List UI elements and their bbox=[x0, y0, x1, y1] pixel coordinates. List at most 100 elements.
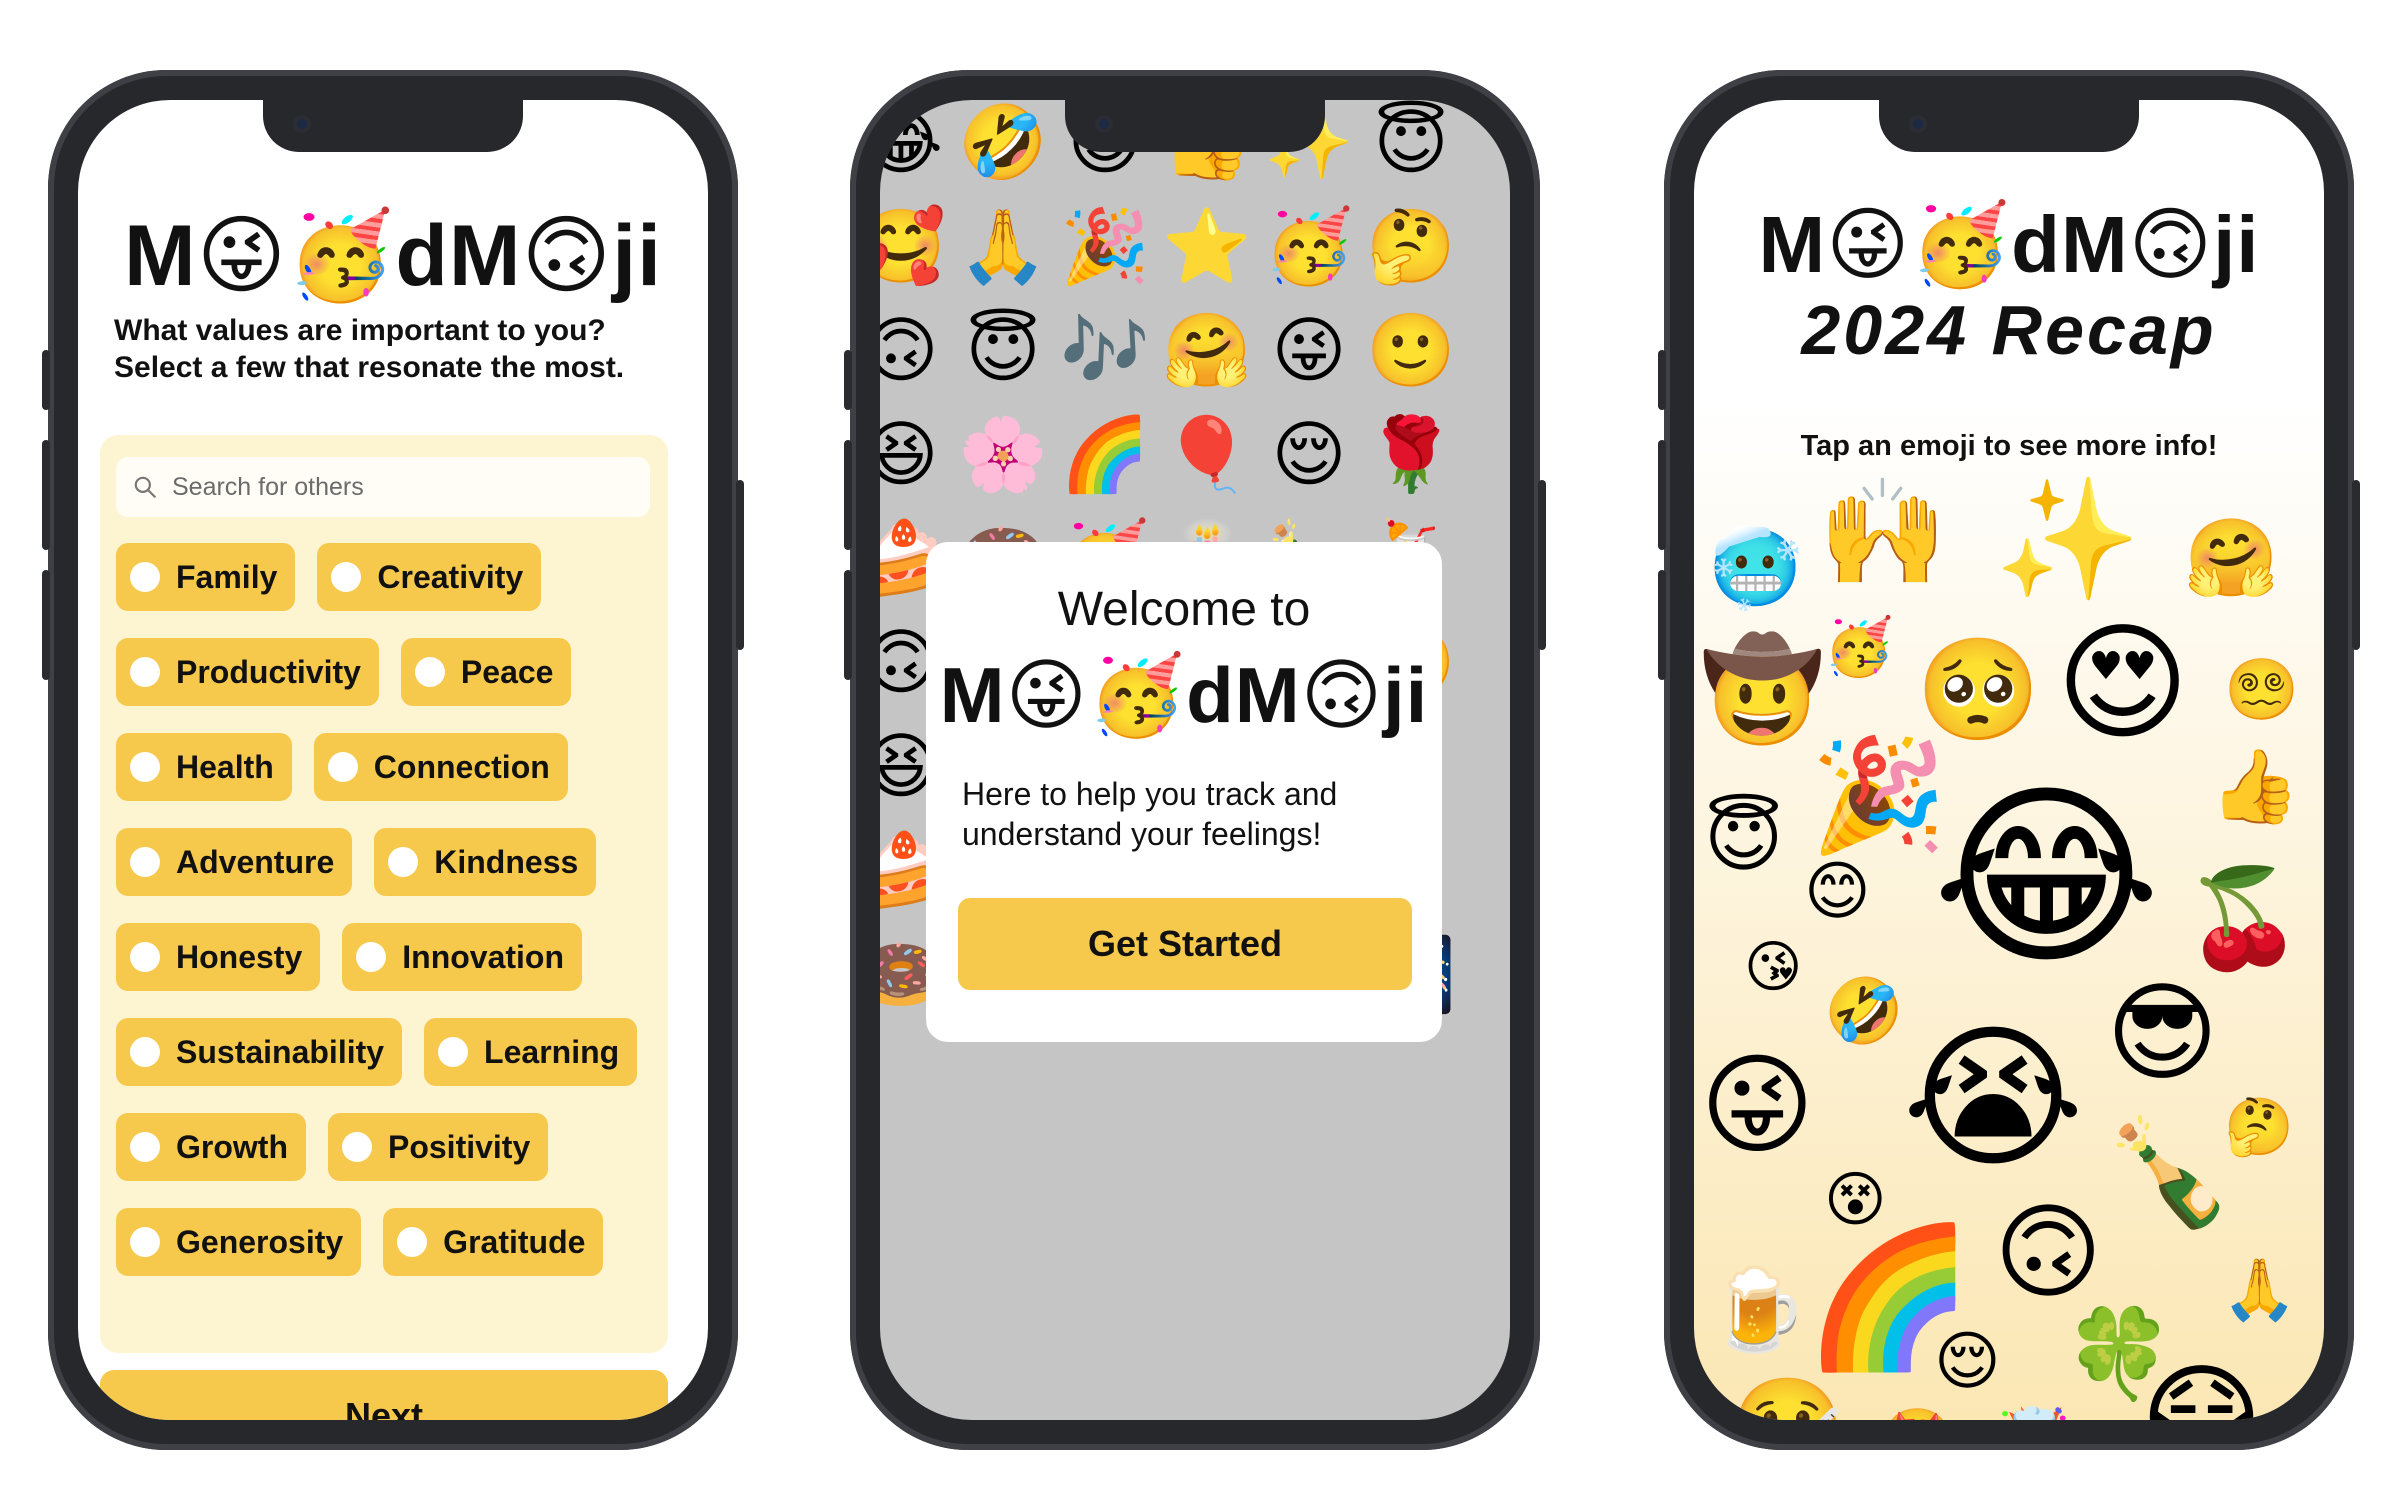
value-chip-innovation[interactable]: Innovation bbox=[342, 923, 583, 991]
emoji-mask-face[interactable]: 😷 bbox=[2140, 1360, 2263, 1420]
notch bbox=[263, 100, 523, 152]
radio-button[interactable] bbox=[331, 562, 362, 592]
background-emoji: 🙂 bbox=[1366, 308, 1456, 392]
radio-button[interactable] bbox=[388, 847, 419, 877]
camera-icon bbox=[1909, 115, 1927, 133]
background-emoji: 🥰 bbox=[880, 204, 946, 288]
emoji-folded-hands[interactable]: 🙏 bbox=[2222, 1260, 2297, 1320]
emoji-dizzy-face[interactable]: 😵‍💫 bbox=[2224, 660, 2299, 720]
emoji-beer-mug[interactable]: 🍺 bbox=[1708, 1270, 1808, 1350]
emoji-winking-tongue[interactable]: 😜 bbox=[1700, 1050, 1815, 1160]
emoji-partying-face[interactable]: 🥳 bbox=[1824, 620, 1894, 676]
background-emoji: 🙃 bbox=[880, 308, 939, 392]
app-logo: M😜🥳dM🙃ji bbox=[123, 206, 662, 306]
value-chip-gratitude[interactable]: Gratitude bbox=[383, 1208, 604, 1276]
radio-button[interactable] bbox=[130, 562, 160, 592]
value-chip-list: Family Creativity Productivity Peace Hea… bbox=[116, 543, 664, 1303]
value-chip-growth[interactable]: Growth bbox=[116, 1113, 306, 1181]
value-chip-productivity[interactable]: Productivity bbox=[116, 638, 379, 706]
emoji-tears-of-joy[interactable]: 😂 bbox=[1932, 780, 2161, 976]
value-chip-honesty[interactable]: Honesty bbox=[116, 923, 321, 991]
emoji-cowboy-face[interactable]: 🤠 bbox=[1700, 640, 1825, 740]
welcome-heading: Welcome to bbox=[1057, 583, 1311, 636]
radio-button[interactable] bbox=[130, 1227, 160, 1257]
recap-hint: Tap an emoji to see more info! bbox=[1800, 430, 2218, 462]
next-button[interactable]: Next bbox=[100, 1370, 668, 1420]
value-chip-learning[interactable]: Learning bbox=[424, 1018, 638, 1086]
welcome-tagline: Here to help you track and understand yo… bbox=[962, 776, 1338, 852]
emoji-smiling-halo[interactable]: 😇 bbox=[1704, 800, 1783, 876]
emoji-relieved-face[interactable]: 😌 bbox=[1934, 1330, 2001, 1394]
emoji-pleading-face[interactable]: 🥺 bbox=[1916, 640, 2041, 740]
radio-button[interactable] bbox=[130, 752, 160, 782]
emoji-thermometer-face[interactable]: 🤒 bbox=[1730, 1380, 1845, 1421]
emoji-raising-hands[interactable]: 🙌 bbox=[1818, 480, 1948, 584]
recap-title: 2024 Recap bbox=[1801, 291, 2217, 369]
emoji-sunglasses-face[interactable]: 😎 bbox=[2106, 980, 2219, 1088]
radio-button[interactable] bbox=[341, 1132, 372, 1162]
value-chip-sustainability[interactable]: Sustainability bbox=[116, 1018, 403, 1086]
radio-button[interactable] bbox=[130, 1037, 160, 1067]
value-chip-adventure[interactable]: Adventure bbox=[116, 828, 353, 896]
value-chip-family[interactable]: Family bbox=[116, 543, 296, 611]
onboarding-screen: M😜🥳dM🙃ji What values are important to yo… bbox=[78, 100, 708, 1420]
background-emoji: 🌸 bbox=[958, 412, 1048, 496]
emoji-row: 🥰 🙏 🎉 ⭐ 🥳 🤔 bbox=[880, 194, 1510, 298]
radio-button[interactable] bbox=[438, 1037, 469, 1067]
emoji-cherries[interactable]: 🍒 bbox=[2184, 870, 2304, 966]
emoji-hugging-face[interactable]: 🤗 bbox=[2184, 520, 2279, 596]
radio-button[interactable] bbox=[130, 1132, 160, 1162]
emoji-star-struck[interactable]: 🤩 bbox=[1880, 1410, 1955, 1420]
emoji-heart-eyes[interactable]: 😍 bbox=[2056, 620, 2189, 748]
emoji-row: 😆🌸🌈🎈😌🌹 bbox=[880, 402, 1510, 506]
emoji-loudly-crying[interactable]: 😭 bbox=[1902, 1020, 2084, 1176]
search-bar bbox=[116, 457, 650, 517]
emoji-rolling-laughing[interactable]: 🤣 bbox=[1824, 980, 1904, 1044]
background-emoji: 🎉 bbox=[1060, 204, 1150, 288]
value-chip-peace[interactable]: Peace bbox=[400, 638, 572, 706]
emoji-champagne[interactable]: 🍾 bbox=[2104, 1120, 2234, 1224]
emoji-thinking-face[interactable]: 🤔 bbox=[2224, 1100, 2294, 1156]
value-chip-generosity[interactable]: Generosity bbox=[116, 1208, 362, 1276]
radio-button[interactable] bbox=[130, 657, 160, 687]
emoji-party-popper[interactable]: 🎉 bbox=[1810, 740, 1947, 850]
value-chip-connection[interactable]: Connection bbox=[313, 733, 568, 801]
notch bbox=[1879, 100, 2139, 152]
emoji-upside-down-face[interactable]: 🙃 bbox=[1994, 1200, 2102, 1304]
search-input[interactable] bbox=[170, 466, 614, 508]
radio-button[interactable] bbox=[356, 942, 387, 972]
background-emoji: 🎈 bbox=[1162, 412, 1252, 496]
emoji-cold-face[interactable]: 🥶 bbox=[1708, 530, 1803, 606]
background-emoji: 😌 bbox=[1271, 412, 1347, 496]
background-emoji: 🤔 bbox=[1366, 204, 1456, 288]
app-logo: M😜🥳dM🙃ji bbox=[1758, 198, 2260, 291]
value-chip-positivity[interactable]: Positivity bbox=[327, 1113, 549, 1181]
emoji-kissing-face[interactable]: 😘 bbox=[1744, 940, 1802, 996]
background-emoji: 🌹 bbox=[1366, 412, 1456, 496]
value-chip-creativity[interactable]: Creativity bbox=[317, 543, 542, 611]
radio-button[interactable] bbox=[327, 752, 358, 782]
emoji-smiling-face[interactable]: 😊 bbox=[1804, 860, 1871, 924]
background-emoji: 😇 bbox=[1373, 100, 1449, 184]
radio-button[interactable] bbox=[414, 657, 445, 687]
get-started-button[interactable]: Get Started bbox=[958, 898, 1412, 990]
background-emoji: 🥳 bbox=[1264, 204, 1354, 288]
emoji-thumbs-up[interactable]: 👍 bbox=[2210, 750, 2300, 822]
radio-button[interactable] bbox=[397, 1227, 428, 1257]
phone-onboarding: M😜🥳dM🙃ji What values are important to yo… bbox=[42, 70, 744, 1450]
welcome-screen: 😂🤣😊👍✨😇🥰🙏🎉⭐🥳🤔🙃😇🎶🤗😜🙂😆🌸🌈🎈😌🌹🍰🍩🥳🎂🍾🍹🙃😇🎶🤗😜🙂😆🌸🌈🎈… bbox=[880, 100, 1510, 1420]
radio-button[interactable] bbox=[130, 942, 160, 972]
emoji-sparkles[interactable]: ✨ bbox=[1994, 480, 2141, 598]
background-emoji: 🎶 bbox=[1060, 308, 1150, 392]
value-chip-kindness[interactable]: Kindness bbox=[374, 828, 597, 896]
background-emoji: 🤣 bbox=[958, 100, 1048, 184]
background-emoji: 🙏 bbox=[958, 204, 1048, 288]
camera-icon bbox=[293, 115, 311, 133]
background-emoji: 🌈 bbox=[1060, 412, 1150, 496]
notch bbox=[1065, 100, 1325, 152]
value-chip-health[interactable]: Health bbox=[116, 733, 292, 801]
emoji-exploding-head[interactable]: 🤯 bbox=[1994, 1410, 2074, 1420]
recap-screen: M😜🥳dM🙃ji 2024 Recap Tap an emoji to see … bbox=[1694, 100, 2324, 1420]
radio-button[interactable] bbox=[130, 847, 160, 877]
phone-welcome: 😂🤣😊👍✨😇🥰🙏🎉⭐🥳🤔🙃😇🎶🤗😜🙂😆🌸🌈🎈😌🌹🍰🍩🥳🎂🍾🍹🙃😇🎶🤗😜🙂😆🌸🌈🎈… bbox=[844, 70, 1546, 1450]
